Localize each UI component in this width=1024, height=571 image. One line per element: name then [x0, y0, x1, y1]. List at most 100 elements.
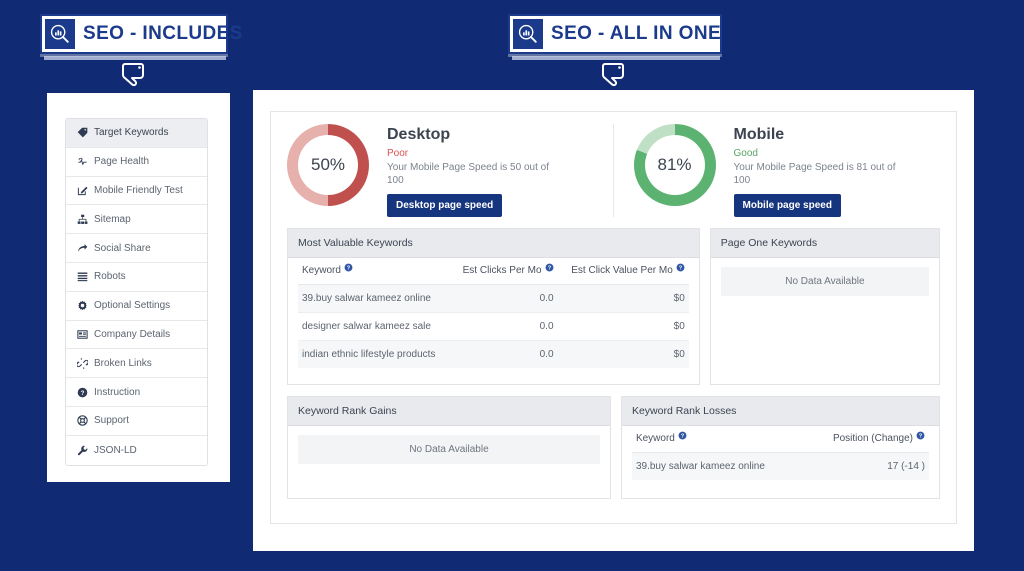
column-header-est-click-value: Est Click Value Per Mo? [557, 258, 689, 285]
page-one-keywords-panel: Page One Keywords No Data Available [709, 228, 940, 385]
pointing-hand-cursor-icon [118, 60, 152, 94]
gear-icon [76, 300, 89, 311]
sidebar-item-social-share[interactable]: Social Share [66, 234, 207, 263]
edit-square-icon [76, 185, 89, 196]
desktop-rating: Poor [387, 148, 409, 159]
building-icon [76, 329, 89, 340]
sidebar-item-sitemap[interactable]: Sitemap [66, 205, 207, 235]
sidebar-item-label: Target Keywords [94, 127, 169, 139]
column-header-keyword: Keyword? [298, 258, 451, 285]
desktop-speed-card: 50% Desktop Poor Your Mobile Page Speed … [287, 124, 614, 217]
question-circle-icon[interactable]: ? [676, 263, 685, 272]
list-lines-icon [76, 271, 89, 282]
page-speed-row: 50% Desktop Poor Your Mobile Page Speed … [287, 124, 940, 217]
badge-title: SEO - INCLUDES [83, 23, 243, 44]
panel-title: Keyword Rank Losses [621, 397, 939, 426]
sidebar-item-label: JSON-LD [94, 444, 137, 456]
cell-keyword: 39.buy salwar kameez online [635, 461, 765, 472]
empty-state-label: No Data Available [298, 435, 600, 464]
sidebar-item-instruction[interactable]: ? Instruction [66, 378, 207, 407]
broken-chain-icon [76, 357, 89, 369]
mobile-description: Your Mobile Page Speed is 81 out of 100 [733, 162, 896, 186]
sidebar-item-page-health[interactable]: Page Health [66, 147, 207, 177]
table-row: 39.buy salwar kameez online 17 (-14 ) [631, 452, 929, 480]
badge-title: SEO - ALL IN ONE [551, 23, 722, 44]
badge-seo-includes: SEO - INCLUDES [40, 14, 242, 54]
panel-title: Keyword Rank Gains [288, 397, 610, 426]
most-valuable-keywords-table: Keyword? Est Clicks Per Mo? Est Click Va… [298, 258, 689, 368]
column-header-position-change: Position (Change)? [803, 426, 929, 453]
sidebar-item-mobile-friendly-test[interactable]: Mobile Friendly Test [66, 176, 207, 206]
column-label: Position (Change) [832, 433, 913, 444]
mobile-title: Mobile [733, 126, 785, 143]
sidebar-item-json-ld[interactable]: JSON-LD [66, 435, 207, 465]
sidebar-item-label: Instruction [94, 386, 141, 398]
svg-text:?: ? [81, 389, 85, 396]
panel-body: Keyword? Position (Change)? 39.buy salwa… [622, 426, 939, 480]
keywords-row: Most Valuable Keywords Keyword? Est Clic… [287, 228, 940, 385]
panel-body: No Data Available [711, 258, 939, 306]
cell-value: $0 [557, 284, 689, 313]
table-body: 39.buy salwar kameez online 0.0 $0 designer… [298, 284, 689, 368]
cell-clicks: 0.0 [450, 312, 558, 341]
wrench-icon [76, 445, 89, 456]
panel-title: Page One Keywords [710, 229, 939, 258]
sidebar-item-label: Broken Links [94, 357, 152, 369]
sidebar-item-support[interactable]: Support [66, 406, 207, 436]
sidebar-item-robots[interactable]: Robots [66, 262, 207, 292]
panel-body: Keyword? Est Clicks Per Mo? Est Click Va… [288, 258, 699, 368]
pointing-hand-cursor-icon [598, 60, 632, 94]
question-circle-icon[interactable]: ? [545, 263, 554, 272]
question-circle-icon[interactable]: ? [344, 263, 353, 272]
question-circle-icon: ? [76, 387, 89, 398]
cell-keyword: indian ethnic lifestyle products [302, 349, 436, 360]
panel-body: No Data Available [288, 426, 610, 474]
cell-keyword: designer salwar kameez sale [298, 312, 451, 341]
table-header-row: Keyword? Est Clicks Per Mo? Est Click Va… [298, 258, 689, 285]
table-body: 39.buy salwar kameez online 17 (-14 ) [631, 452, 929, 480]
empty-state-label: No Data Available [720, 267, 929, 296]
sidebar-item-label: Page Health [94, 156, 150, 168]
lifebuoy-icon [76, 415, 89, 427]
sidebar-nav: Target Keywords Page Health Mobile Friendl… [65, 118, 208, 466]
main-window: 50% Desktop Poor Your Mobile Page Speed … [253, 90, 974, 551]
mobile-speed-donut: 81% [633, 124, 716, 206]
mobile-page-speed-button[interactable]: Mobile page speed [733, 194, 841, 217]
svg-text:?: ? [919, 434, 923, 440]
keyword-rank-losses-panel: Keyword Rank Losses Keyword? Position (C… [620, 396, 940, 499]
cell-clicks: 0.0 [539, 349, 554, 360]
svg-text:?: ? [547, 266, 551, 272]
cell-clicks: 0.0 [450, 284, 558, 313]
sidebar-item-target-keywords[interactable]: Target Keywords [66, 119, 207, 148]
svg-text:?: ? [681, 434, 685, 440]
heartbeat-icon [76, 156, 89, 167]
table-header: Keyword? Position (Change)? [631, 426, 929, 453]
question-circle-icon[interactable]: ? [916, 431, 925, 440]
cell-position: 17 (-14 ) [887, 461, 925, 472]
sidebar-item-label: Sitemap [94, 213, 131, 225]
svg-text:?: ? [679, 266, 683, 272]
sidebar-item-company-details[interactable]: Company Details [66, 320, 207, 350]
sidebar-item-label: Company Details [94, 328, 171, 340]
table-header-row: Keyword? Position (Change)? [631, 426, 929, 453]
cell-value: $0 [673, 349, 685, 360]
sidebar-item-label: Social Share [94, 242, 151, 254]
question-circle-icon[interactable]: ? [678, 431, 687, 440]
table-row: designer salwar kameez sale 0.0 $0 [298, 312, 689, 341]
keyword-rank-losses-table: Keyword? Position (Change)? 39.buy salwa… [631, 426, 929, 480]
desktop-speed-info: Desktop Poor Your Mobile Page Speed is 5… [387, 124, 562, 217]
desktop-page-speed-button[interactable]: Desktop page speed [387, 194, 503, 217]
sidebar-item-label: Support [94, 415, 130, 427]
column-label: Keyword [302, 265, 341, 276]
table-row: 39.buy salwar kameez online 0.0 $0 [298, 284, 689, 313]
column-header-keyword: Keyword? [631, 426, 804, 453]
sidebar-item-broken-links[interactable]: Broken Links [66, 349, 207, 379]
share-arrow-icon [76, 243, 89, 254]
panel-title: Most Valuable Keywords [288, 229, 699, 258]
svg-text:?: ? [347, 266, 351, 272]
column-label: Est Click Value Per Mo [571, 265, 673, 276]
sidebar-item-optional-settings[interactable]: Optional Settings [66, 291, 207, 321]
dashboard-content: 50% Desktop Poor Your Mobile Page Speed … [270, 111, 957, 524]
desktop-speed-donut: 50% [287, 124, 369, 206]
tag-icon [76, 127, 89, 138]
